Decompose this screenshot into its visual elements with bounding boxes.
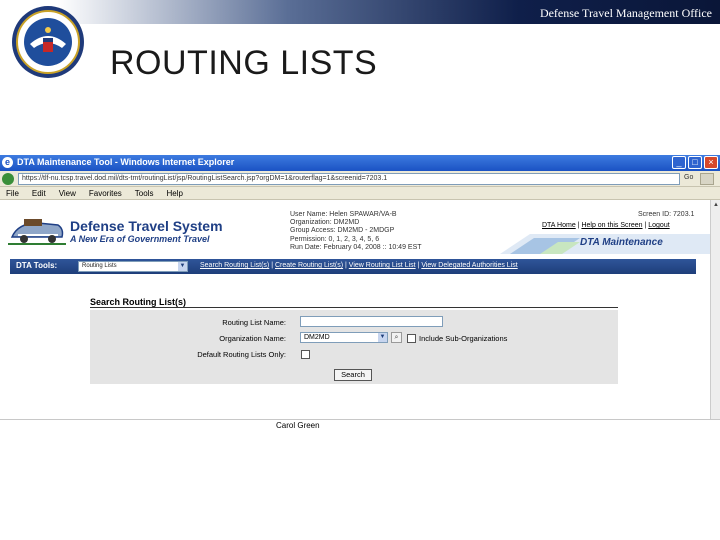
menu-tools[interactable]: Tools [135,187,154,199]
user-info: User Name: Helen SPAWAR/VA-B Organizatio… [290,211,422,252]
menu-file[interactable]: File [6,187,19,199]
view-delegated-authorities-link[interactable]: View Delegated Authorities List [421,262,517,269]
menu-favorites[interactable]: Favorites [89,187,122,199]
view-routing-list-link[interactable]: View Routing List List [349,262,416,269]
dta-tools-selected: Routing Lists [82,263,117,269]
include-sub-orgs-checkbox[interactable] [407,334,416,343]
close-button[interactable]: × [704,156,718,169]
dta-tools-label: DTA Tools: [16,261,58,270]
slide-org-name: Defense Travel Management Office [539,6,712,20]
window-title: DTA Maintenance Tool - Windows Internet … [17,157,235,167]
run-date: Run Date: February 04, 2008 :: 10:49 EST [290,243,422,251]
menu-bar: File Edit View Favorites Tools Help [0,187,720,200]
url-input[interactable]: https://tlf-nu.tcsp.travel.dod.mil/dts-t… [18,173,680,185]
default-routing-lists-label: Default Routing Lists Only: [197,350,286,359]
dod-seal-icon [12,6,84,78]
include-sub-orgs-label: Include Sub-Organizations [419,334,508,343]
menu-view[interactable]: View [59,187,76,199]
page-title: ROUTING LISTS [110,44,378,82]
logout-link[interactable]: Logout [648,222,669,229]
help-link[interactable]: Help on this Screen [581,222,642,229]
go-button[interactable]: Go [684,174,693,181]
vertical-scrollbar[interactable]: ▲ [710,200,720,419]
search-section-title: Search Routing List(s) [90,297,187,307]
back-icon[interactable] [2,173,14,185]
screen-id: Screen ID: 7203.1 [638,211,695,218]
organization-select[interactable]: DM2MD ▼ [300,332,388,343]
maximize-button[interactable]: □ [688,156,702,169]
organization-name-label: Organization Name: [219,334,286,343]
divider [90,307,618,308]
address-bar: https://tlf-nu.tcsp.travel.dod.mil/dts-t… [0,171,720,187]
chevron-down-icon: ▼ [378,333,387,342]
create-routing-lists-link[interactable]: Create Routing List(s) [275,262,343,269]
dta-maintenance-label: DTA Maintenance [580,237,663,248]
dts-page: Defense Travel System A New Era of Gover… [0,200,710,419]
dts-logo-icon [8,219,66,245]
tools-links: Search Routing List(s) | Create Routing … [200,262,518,269]
browser-window: e DTA Maintenance Tool - Windows Interne… [0,155,720,420]
menu-help[interactable]: Help [166,187,182,199]
search-button[interactable]: Search [334,369,372,381]
user-name: User Name: Helen SPAWAR/VA-B [290,211,397,218]
routing-list-name-input[interactable] [300,316,443,327]
refresh-icon[interactable] [700,173,714,185]
dta-home-link[interactable]: DTA Home [542,222,576,229]
dta-tools-select[interactable]: Routing Lists ▼ [78,261,188,272]
chevron-down-icon: ▼ [178,262,187,271]
minimize-button[interactable]: _ [672,156,686,169]
user-group-access: Group Access: DM2MD - 2MDGP [290,227,395,235]
user-permission: Permission: 0, 1, 2, 3, 4, 5, 6 [290,235,380,243]
window-titlebar: e DTA Maintenance Tool - Windows Interne… [0,155,720,171]
footer-name: Carol Green [276,421,320,430]
routing-list-name-label: Routing List Name: [222,318,286,327]
dta-tools-bar: DTA Tools: Routing Lists ▼ Search Routin… [10,259,696,274]
menu-edit[interactable]: Edit [32,187,46,199]
dts-tagline: A New Era of Government Travel [70,234,210,244]
top-links: DTA Home | Help on this Screen | Logout [542,222,670,229]
dts-title: Defense Travel System [70,218,223,234]
search-routing-lists-link[interactable]: Search Routing List(s) [200,262,269,269]
default-routing-lists-checkbox[interactable] [301,350,310,359]
lookup-icon[interactable]: ⌕ [391,332,402,343]
organization-selected: DM2MD [304,334,330,341]
scroll-up-icon[interactable]: ▲ [712,201,720,209]
ie-icon: e [2,157,13,168]
user-org: Organization: DM2MD [290,219,360,227]
